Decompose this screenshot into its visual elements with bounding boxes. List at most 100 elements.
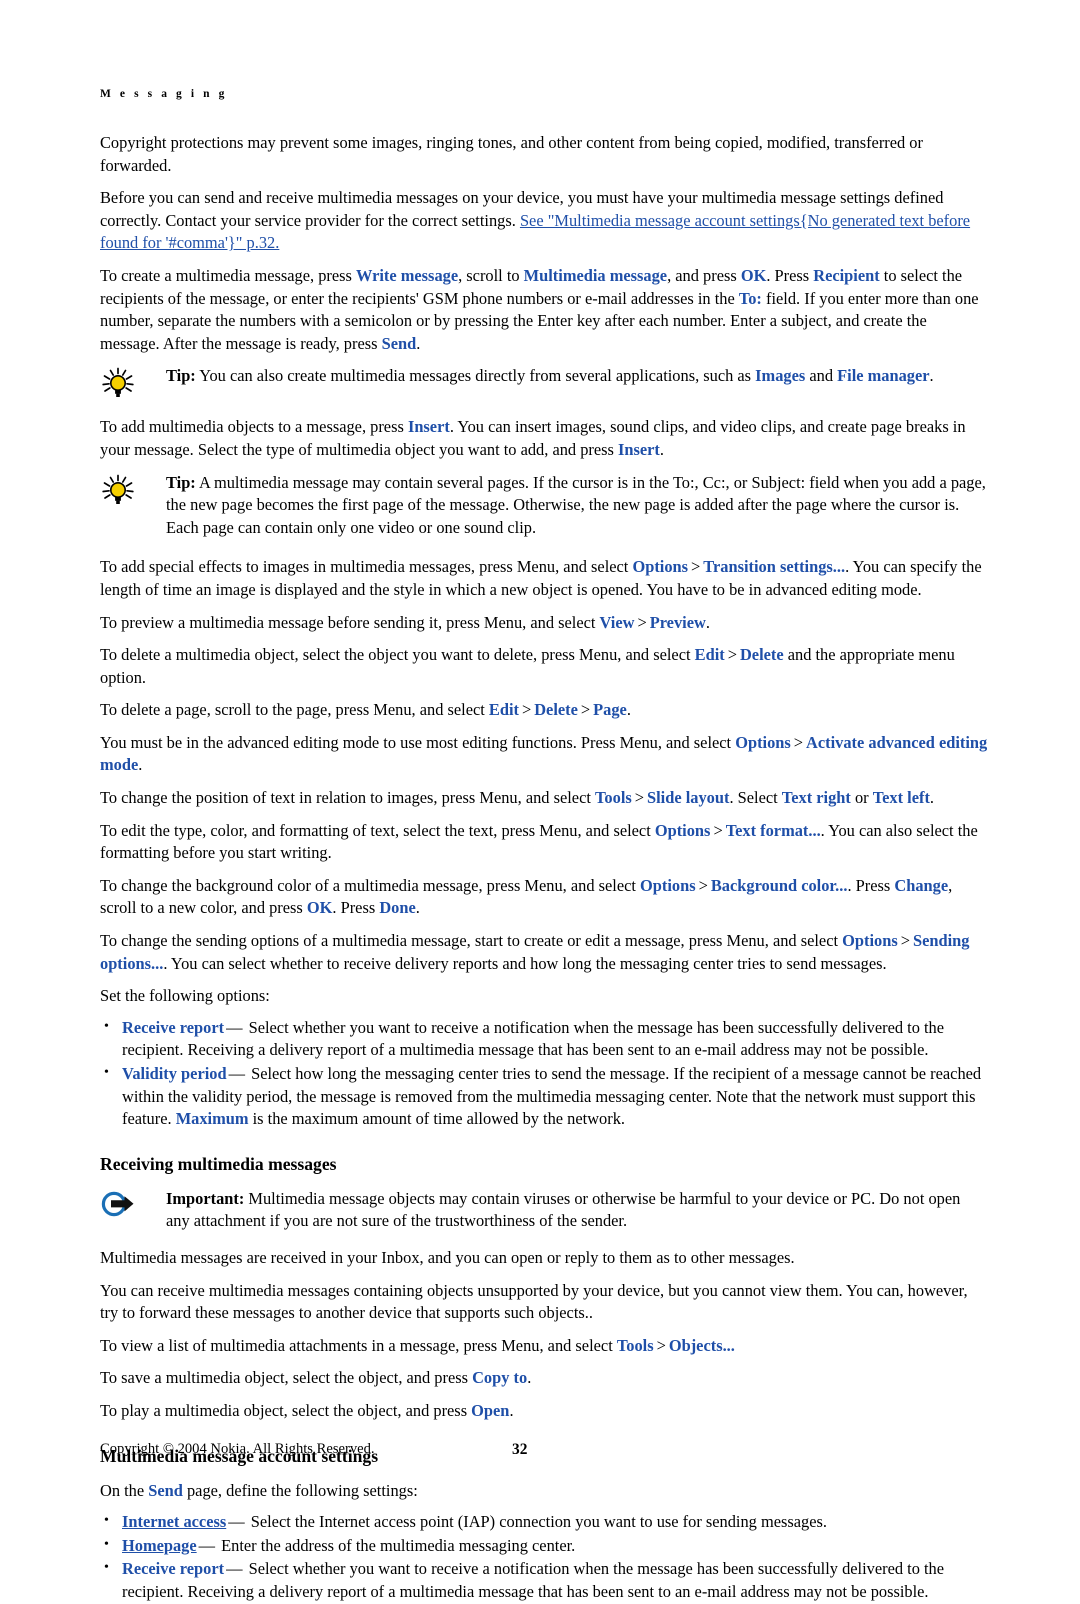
text-run: On the [100,1480,149,1500]
menu-separator-icon: > [698,875,708,895]
text-run: To change the position of text in relati… [100,788,595,808]
ui-term-objects: Objects... [668,1335,735,1355]
menu-separator-icon: > [637,612,647,632]
ui-term-homepage: Homepage [122,1535,197,1555]
ui-term-multimedia-message: Multimedia message [523,265,668,285]
paragraph-delete-object: To delete a multimedia object, select th… [100,644,988,689]
text-run: To play a multimedia object, select the … [100,1400,472,1420]
ui-term-page: Page [593,700,627,720]
important-note: Important: Multimedia message objects ma… [100,1188,988,1233]
dash: — [226,1559,243,1579]
ui-term-file-manager: File manager [837,366,930,386]
ui-term-write-message: Write message [356,265,459,285]
paragraph-before-you-can-send: Before you can send and receive multimed… [100,187,988,255]
ui-term-insert-1: Insert [407,417,450,437]
text-run: is the maximum amount of time allowed by… [248,1109,625,1129]
list-item: Homepage— Enter the address of the multi… [100,1534,988,1558]
text-run: To view a list of multimedia attachments… [100,1335,617,1355]
ui-term-receive-report: Receive report [122,1559,225,1579]
text-run: . You can select whether to receive deli… [163,953,887,973]
text-run: . [415,898,420,918]
paragraph-special-effects: To add special effects to images in mult… [100,556,988,601]
dash: — [228,1512,245,1532]
text-run: A multimedia message may contain several… [166,472,986,537]
text-run: To create a multimedia message, press [100,265,356,285]
text-run: . [509,1400,514,1420]
ui-term-done: Done [379,898,416,918]
paragraph-sending-options: To change the sending options of a multi… [100,930,988,975]
ui-term-send: Send [148,1480,183,1500]
text-run: . Press [766,265,814,285]
paragraph-to-create-message: To create a multimedia message, press Wr… [100,265,988,355]
text-run: . [416,333,421,353]
text-run: To add multimedia objects to a message, … [100,417,408,437]
text-run: page, define the following settings: [182,1480,418,1500]
paragraph-advanced-editing-mode: You must be in the advanced editing mode… [100,732,988,777]
ui-term-options: Options [640,875,696,895]
ui-term-options: Options [842,931,898,951]
ui-term-delete: Delete [739,645,784,665]
ui-term-transition-settings: Transition settings... [703,557,846,577]
menu-separator-icon: > [656,1335,666,1355]
text-run: To add special effects to images in mult… [100,557,633,577]
text-run: , and press [667,265,741,285]
ui-term-slide-layout: Slide layout [647,788,730,808]
menu-separator-icon: > [580,700,591,720]
ui-term-options: Options [632,557,689,577]
text-run: Enter the address of the multimedia mess… [217,1535,576,1555]
ui-term-background-color: Background color... [710,875,848,895]
text-run: To delete a multimedia object, select th… [100,645,695,665]
text-run: To change the background color of a mult… [100,875,641,895]
text-run: . [929,788,935,808]
text-run: To edit the type, color, and formatting … [100,820,655,840]
paragraph-add-multimedia-objects: To add multimedia objects to a message, … [100,416,988,461]
text-run: You must be in the advanced editing mode… [100,732,736,752]
paragraph-preview: To preview a multimedia message before s… [100,612,988,635]
text-run: . [138,755,143,775]
page-body: Copyright protections may prevent some i… [100,132,988,1604]
ui-term-edit: Edit [488,700,519,720]
tip-note-2-text: Tip: A multimedia message may contain se… [166,472,988,540]
copyright-notice: Copyright © 2004 Nokia. All Rights Reser… [100,1441,375,1457]
text-run: and [805,366,838,386]
menu-separator-icon: > [691,557,701,577]
list-item: Receive report— Select whether you want … [100,1016,988,1062]
account-settings-list: Internet access— Select the Internet acc… [100,1510,988,1603]
text-run: Select whether you want to receive a not… [122,1559,945,1601]
text-run: To preview a multimedia message before s… [100,612,600,632]
tip-note-2: Tip: A multimedia message may contain se… [100,472,988,540]
list-item: Internet access— Select the Internet acc… [100,1510,988,1534]
menu-separator-icon: > [727,645,737,665]
ui-term-validity-period: Validity period [122,1064,227,1083]
ui-term-ok: OK [306,898,333,918]
paragraph-on-send-page: On the Send page, define the following s… [100,1480,988,1503]
ui-term-text-right: Text right [781,788,851,808]
dash: — [228,1064,245,1083]
ui-term-delete: Delete [534,700,578,720]
text-run: To delete a page, scroll to the page, pr… [100,700,489,720]
text-run: or [850,788,873,808]
important-note-text: Important: Multimedia message objects ma… [166,1188,988,1233]
menu-separator-icon: > [900,931,910,951]
ui-term-tools: Tools [595,788,632,808]
paragraph-slide-layout: To change the position of text in relati… [100,787,988,810]
ui-term-edit: Edit [694,645,725,665]
sending-options-list: Receive report— Select whether you want … [100,1016,988,1131]
ui-term-tools: Tools [616,1335,654,1355]
lightbulb-icon [100,472,170,506]
ui-term-copy-to: Copy to [472,1368,528,1388]
arrow-circle-icon [100,1188,170,1218]
menu-separator-icon: > [713,820,723,840]
ui-term-ok: OK [740,265,767,285]
text-run: . [659,439,664,459]
paragraph-delete-page: To delete a page, scroll to the page, pr… [100,699,988,722]
text-run: . [626,700,631,720]
dash: — [226,1017,243,1037]
ui-term-receive-report: Receive report [122,1017,225,1037]
running-head: M e s s a g i n g [100,88,228,100]
paragraph-unsupported-objects: You can receive multimedia messages cont… [100,1280,968,1323]
ui-term-options: Options [735,732,791,752]
ui-term-maximum: Maximum [175,1109,249,1129]
ui-term-text-format: Text format... [725,820,821,840]
text-run: Select the Internet access point (IAP) c… [246,1512,827,1532]
